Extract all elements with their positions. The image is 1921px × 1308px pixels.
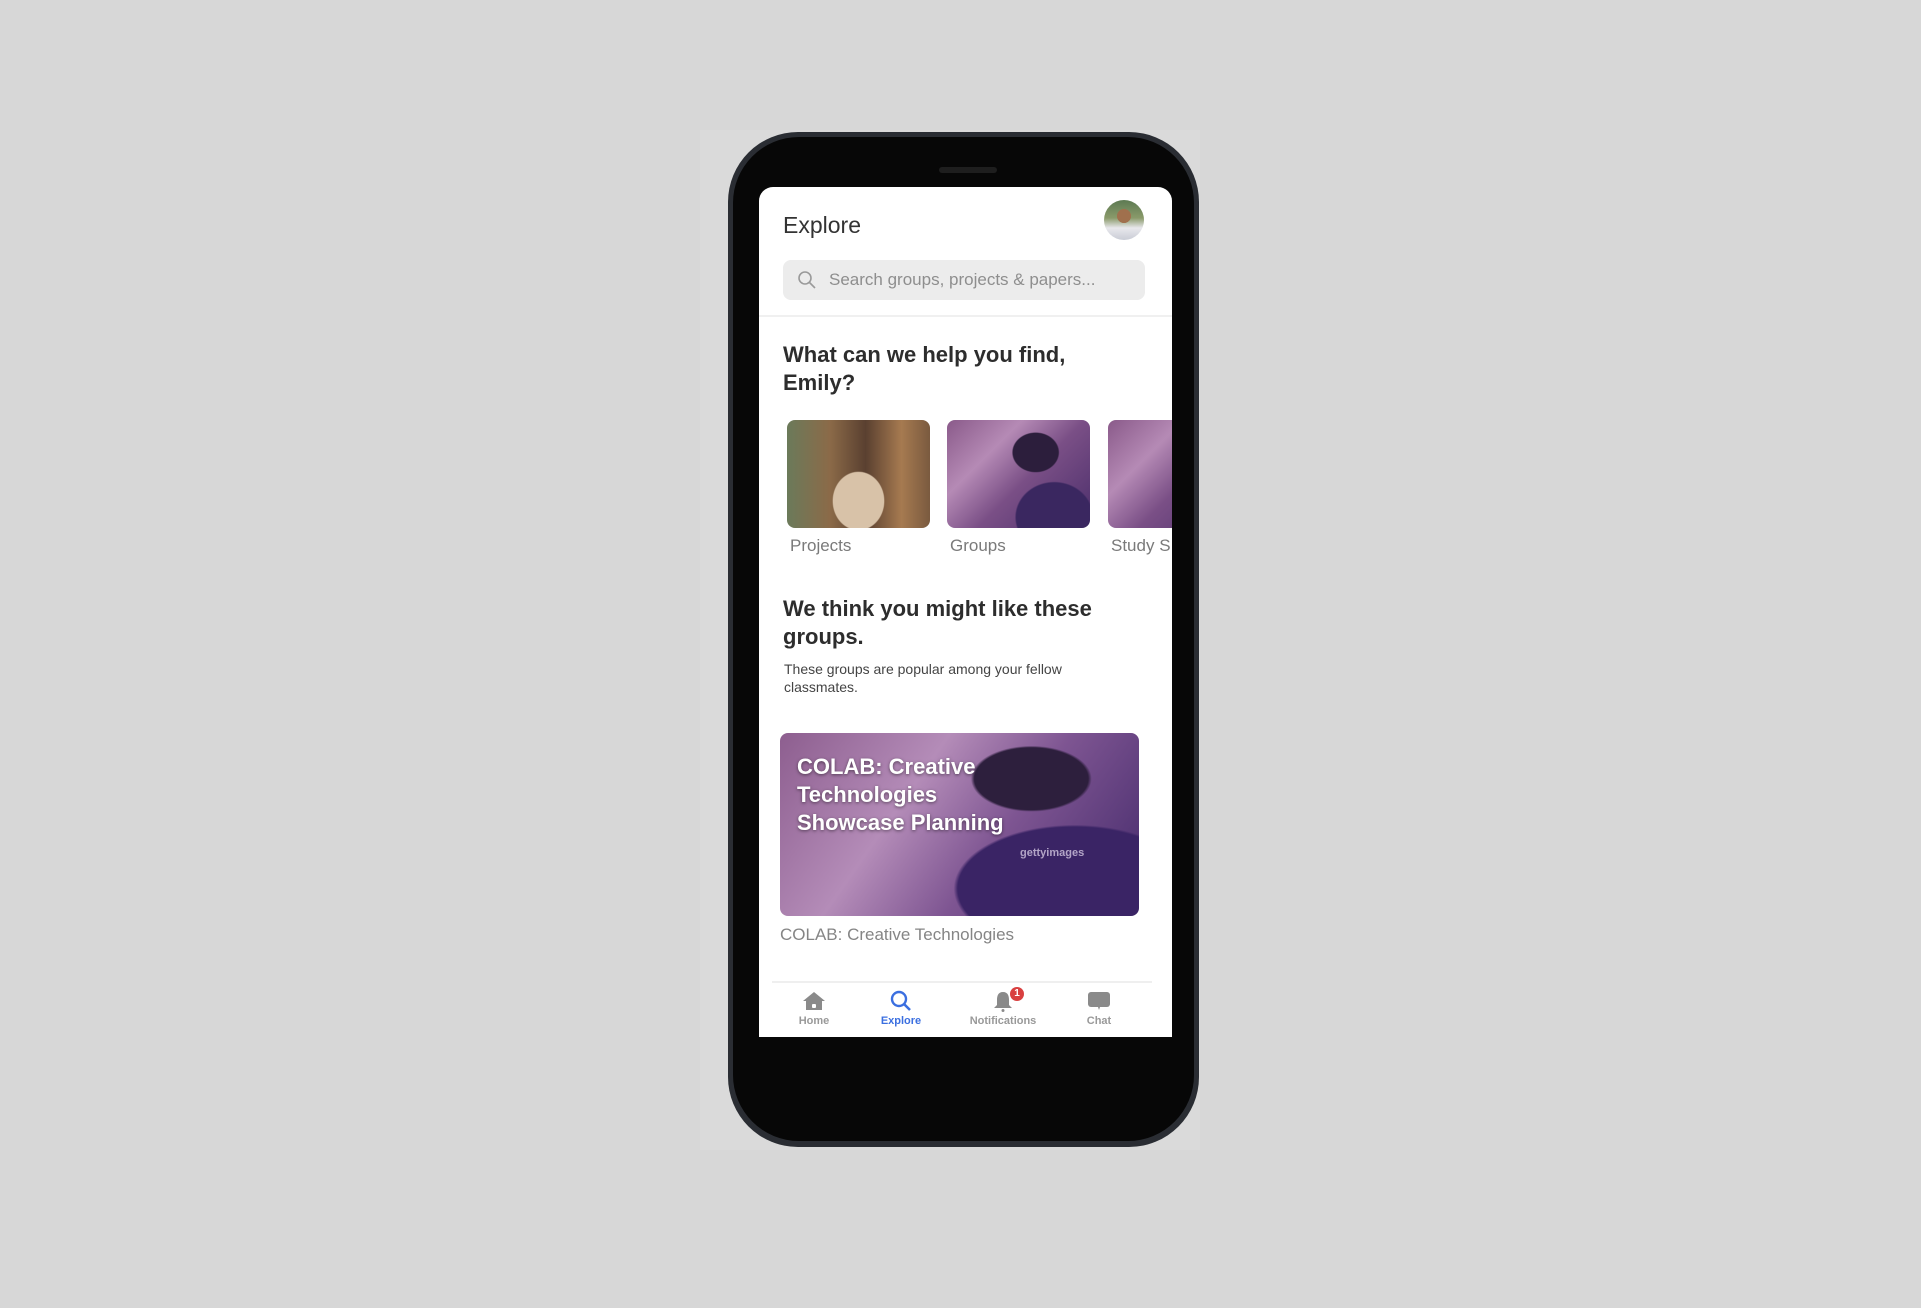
tab-chat[interactable]: Chat xyxy=(1054,990,1144,1027)
category-image xyxy=(787,420,930,528)
tab-label: Home xyxy=(798,1015,830,1027)
tab-label: Chat xyxy=(1086,1015,1112,1027)
category-groups[interactable]: Groups xyxy=(947,420,1090,556)
category-projects[interactable]: Projects xyxy=(787,420,930,556)
search-input[interactable]: Search groups, projects & papers... xyxy=(783,260,1145,300)
tab-label: Notifications xyxy=(969,1015,1037,1027)
group-card-caption: COLAB: Creative Technologies xyxy=(780,925,1015,944)
page-title: Explore xyxy=(783,212,861,238)
find-heading: What can we help you find, Emily? xyxy=(783,342,1066,395)
search-icon xyxy=(798,271,816,289)
group-card[interactable]: COLAB: Creative Technologies Showcase Pl… xyxy=(780,733,1139,916)
category-label: Projects xyxy=(790,536,852,555)
tab-explore[interactable]: Explore xyxy=(856,990,946,1027)
category-study-spaces[interactable]: Study S xyxy=(1108,420,1172,556)
search-icon xyxy=(890,990,911,1011)
tabbar-divider xyxy=(772,981,1152,983)
home-icon xyxy=(803,992,825,1010)
category-label: Groups xyxy=(950,536,1006,555)
app-screen: Explore Search groups, projects & papers… xyxy=(759,187,1172,1037)
tab-label: Explore xyxy=(880,1015,922,1027)
category-label: Study S xyxy=(1111,536,1171,555)
tab-home[interactable]: Home xyxy=(769,990,859,1027)
user-avatar[interactable] xyxy=(1104,200,1144,240)
category-image xyxy=(1108,420,1172,528)
groups-subtitle: These groups are popular among your fell… xyxy=(784,661,1062,695)
group-card-title: COLAB: Creative Technologies Showcase Pl… xyxy=(797,754,1004,835)
tab-notifications[interactable]: 1 Notifications xyxy=(958,987,1048,1027)
chat-icon xyxy=(1088,992,1110,1010)
search-placeholder: Search groups, projects & papers... xyxy=(829,270,1096,289)
phone-speaker xyxy=(939,167,997,173)
notification-badge: 1 xyxy=(1010,987,1024,1001)
category-image xyxy=(947,420,1090,528)
groups-heading: We think you might like these groups. xyxy=(783,596,1092,649)
header-divider xyxy=(759,315,1172,317)
image-watermark: gettyimages xyxy=(1020,847,1085,859)
